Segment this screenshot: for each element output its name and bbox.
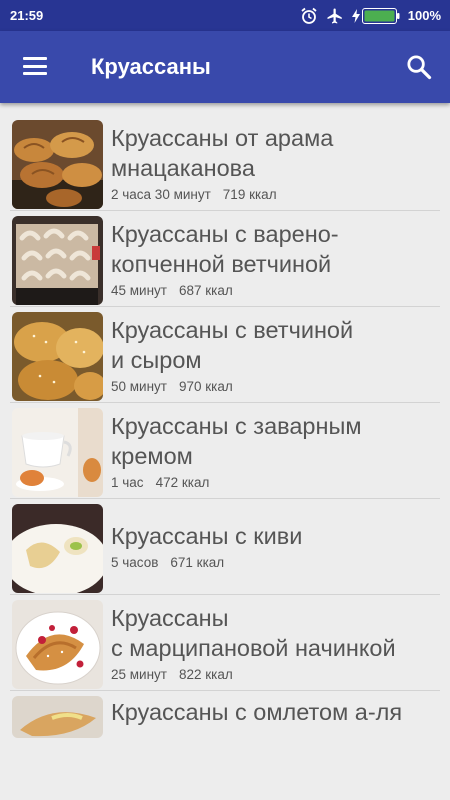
search-icon[interactable]: [405, 53, 433, 81]
recipe-calories: 671 ккал: [170, 555, 225, 570]
page-title: Круассаны: [91, 54, 211, 79]
recipe-title: Круассаны с варено- копченной ветчиной: [111, 221, 339, 277]
recipe-thumbnail: [12, 216, 103, 305]
recipe-list-item[interactable]: Круассаны от арама мнацаканова 2 часа 30…: [10, 115, 440, 211]
recipe-calories: 719 ккал: [222, 187, 277, 202]
recipe-calories: 687 ккал: [178, 283, 233, 298]
recipe-time: 25 минут: [111, 667, 167, 682]
charging-icon: [351, 8, 360, 23]
status-icons: 100%: [300, 7, 441, 25]
recipe-meta: 5 часов 671 ккал: [111, 555, 224, 570]
recipe-list-item[interactable]: Круассаны с заварным кремом 1 час 472 кка…: [10, 403, 440, 499]
recipe-list-item[interactable]: Круассаны с киви 5 часов 671 ккал: [10, 499, 440, 595]
recipe-meta: 50 минут 970 ккал: [111, 379, 233, 394]
recipe-title: Круассаны от арама мнацаканова: [111, 125, 334, 181]
recipe-time: 45 минут: [111, 283, 167, 298]
recipe-thumbnail: [12, 600, 103, 689]
battery-percent: 100%: [407, 8, 441, 23]
hamburger-menu-icon[interactable]: [23, 57, 47, 75]
recipe-meta: 1 час 472 ккал: [111, 475, 209, 490]
recipe-list: Круассаны от арама мнацаканова 2 часа 30…: [0, 115, 450, 739]
recipe-thumbnail: [12, 696, 103, 738]
recipe-calories: 970 ккал: [178, 379, 233, 394]
recipe-thumbnail: [12, 312, 103, 401]
recipe-title: Круассаны с ветчиной и сыром: [111, 317, 354, 373]
battery-icon: [361, 7, 400, 24]
app-bar: Круассаны: [0, 31, 450, 103]
airplane-mode-icon: [327, 8, 342, 23]
recipe-title: Круассаны с киви: [111, 523, 303, 549]
recipe-thumbnail: [12, 120, 103, 209]
alarm-icon: [301, 7, 317, 24]
recipe-list-item[interactable]: Круассаны с варено- копченной ветчиной 4…: [10, 211, 440, 307]
battery-indicator: [351, 7, 400, 24]
recipe-list-item[interactable]: Круассаны с омлетом а-ля: [10, 691, 440, 739]
recipe-title: Круассаны с марципановой начинкой: [111, 605, 396, 661]
recipe-calories: 822 ккал: [178, 667, 233, 682]
recipe-meta: 25 минут 822 ккал: [111, 667, 233, 682]
recipe-title: Круассаны с омлетом а-ля: [111, 699, 403, 725]
recipe-title: Круассаны с заварным кремом: [111, 413, 362, 469]
recipe-meta: 45 минут 687 ккал: [111, 283, 233, 298]
recipe-time: 50 минут: [111, 379, 167, 394]
status-bar: 21:59 100%: [0, 0, 450, 31]
recipe-list-item[interactable]: Круассаны с марципановой начинкой 25 мин…: [10, 595, 440, 691]
recipe-thumbnail: [12, 408, 103, 497]
recipe-thumbnail: [12, 504, 103, 593]
recipe-calories: 472 ккал: [155, 475, 210, 490]
recipe-time: 1 час: [111, 475, 144, 490]
recipe-meta: 2 часа 30 минут 719 ккал: [111, 187, 277, 202]
recipe-list-item[interactable]: Круассаны с ветчиной и сыром 50 минут 970…: [10, 307, 440, 403]
status-time: 21:59: [10, 8, 44, 23]
recipe-time: 5 часов: [111, 555, 159, 570]
recipe-time: 2 часа 30 минут: [111, 187, 211, 202]
